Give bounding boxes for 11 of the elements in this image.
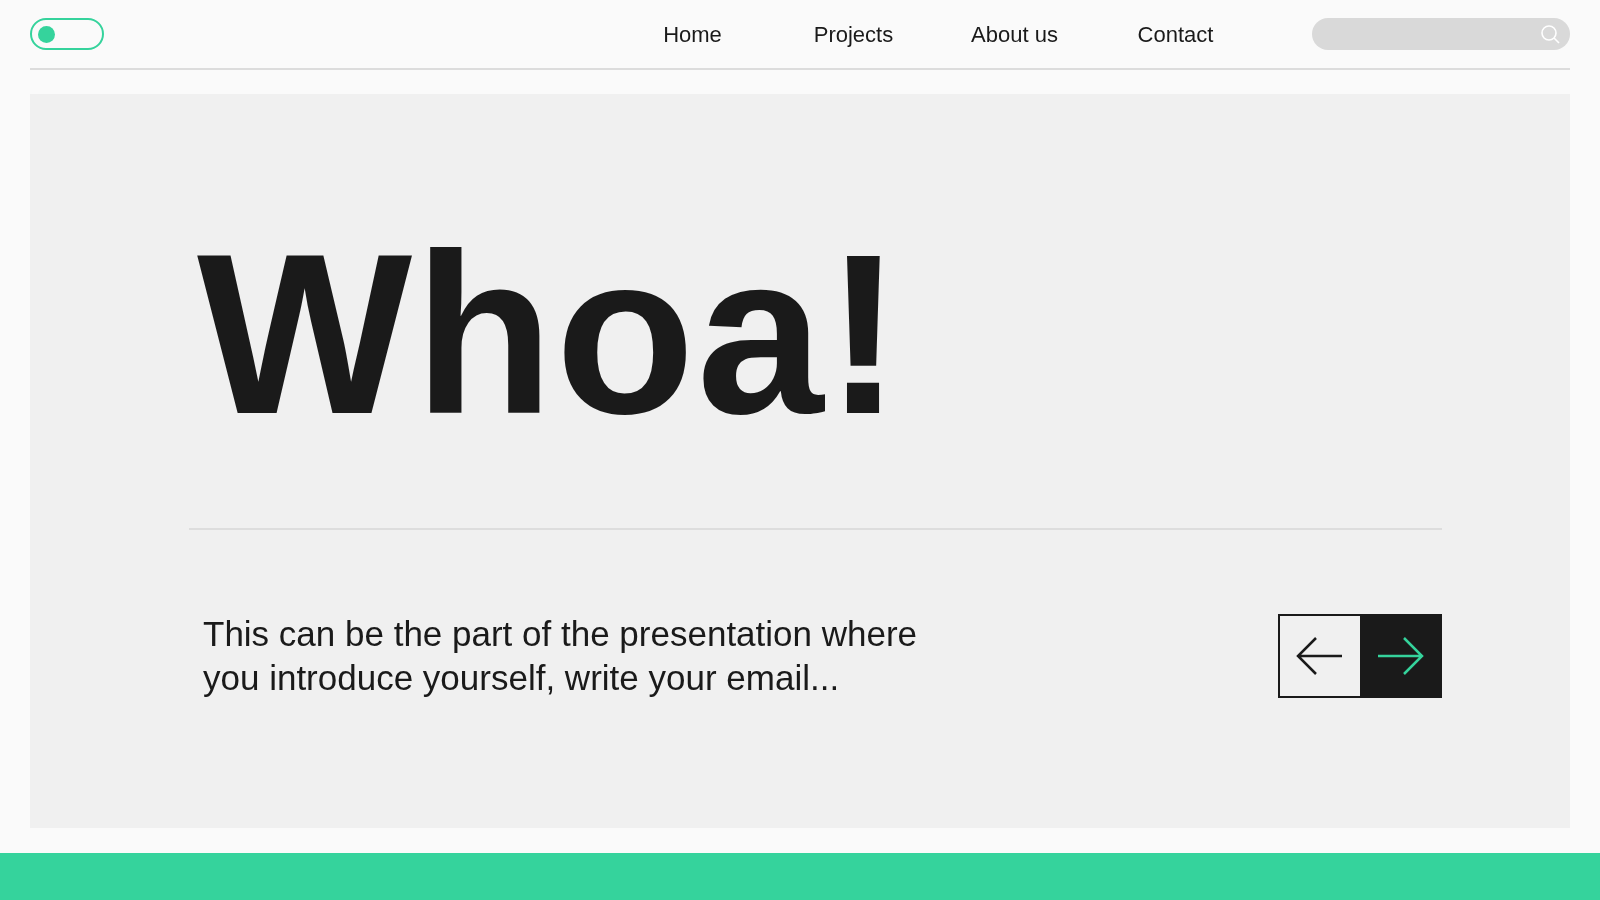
toggle-switch[interactable] — [30, 18, 104, 50]
search-field[interactable] — [1312, 18, 1570, 50]
search-icon — [1540, 24, 1560, 44]
toggle-knob — [38, 25, 55, 43]
hero-title: Whoa! — [197, 244, 905, 424]
next-button[interactable] — [1360, 616, 1440, 696]
nav-link[interactable]: Contact — [1095, 17, 1256, 51]
nav-link[interactable]: Projects — [773, 17, 934, 51]
nav-link[interactable]: About us — [934, 17, 1095, 51]
nav-link[interactable]: Home — [612, 17, 773, 51]
intro-text: This can be the part of the presentation where you introduce yourself, write your email... — [203, 613, 919, 699]
